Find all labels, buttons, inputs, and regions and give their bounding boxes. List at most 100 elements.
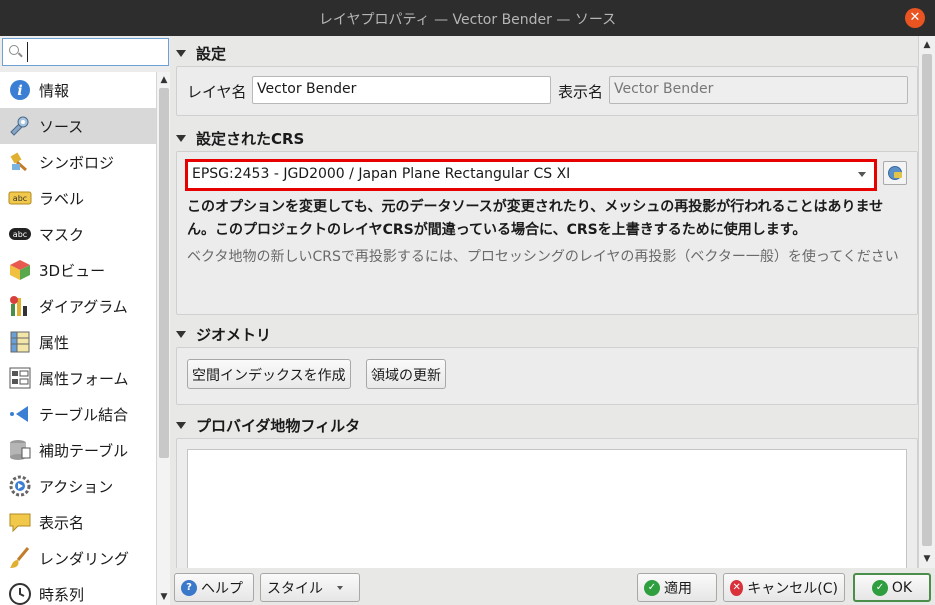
action-gear-icon — [8, 474, 32, 498]
settings-panel: レイヤ名 Vector Bender 表示名 Vector Bender — [176, 66, 918, 116]
attribute-form-icon — [8, 366, 32, 390]
collapse-arrow-icon — [176, 135, 186, 142]
sidebar-item-fields[interactable]: 属性 — [0, 324, 156, 360]
crs-selector[interactable]: EPSG:2453 - JGD2000 / Japan Plane Rectan… — [185, 159, 877, 191]
rendering-brush-icon — [8, 546, 32, 570]
style-dropdown-button[interactable]: スタイル — [260, 573, 360, 602]
sidebar-item-label: ソース — [39, 117, 84, 136]
crs-panel: EPSG:2453 - JGD2000 / Japan Plane Rectan… — [176, 151, 918, 315]
sidebar-item-attributes-form[interactable]: 属性フォーム — [0, 360, 156, 396]
select-crs-button[interactable] — [883, 161, 907, 185]
layer-name-field[interactable]: Vector Bender — [252, 76, 551, 104]
help-icon: ? — [181, 579, 197, 596]
sidebar-item-3d-view[interactable]: 3Dビュー — [0, 252, 156, 288]
sidebar-item-joins[interactable]: テーブル結合 — [0, 396, 156, 432]
help-button[interactable]: ? ヘルプ — [174, 573, 254, 602]
close-icon[interactable]: ✕ — [905, 8, 925, 28]
cube-3d-icon — [8, 258, 32, 282]
scrollbar-thumb[interactable] — [159, 88, 169, 458]
sidebar-item-symbology[interactable]: シンボロジ — [0, 144, 156, 180]
window-title: レイヤプロパティ — Vector Bender — ソース — [318, 12, 617, 28]
geometry-panel: 空間インデックスを作成 領域の更新 — [176, 347, 918, 405]
source-settings-icon — [8, 114, 32, 138]
section-title: 設定 — [196, 45, 227, 63]
chevron-down-icon — [337, 585, 343, 590]
filter-panel — [176, 438, 918, 568]
display-name-field: Vector Bender — [609, 76, 908, 104]
sidebar-item-masks[interactable]: abc マスク — [0, 216, 156, 252]
sidebar-item-actions[interactable]: アクション — [0, 468, 156, 504]
collapse-arrow-icon — [176, 50, 186, 57]
sidebar-item-source[interactable]: ソース — [0, 108, 156, 144]
abc-label-icon: abc — [8, 186, 32, 210]
scroll-down-icon[interactable]: ▼ — [159, 592, 169, 602]
sidebar-item-label: レンダリング — [39, 549, 130, 568]
crs-warning-text: このオプションを変更しても、元のデータソースが変更されたり、メッシュの再投影が行… — [187, 199, 884, 238]
crs-selected-value: EPSG:2453 - JGD2000 / Japan Plane Rectan… — [192, 166, 571, 182]
speech-bubble-icon — [8, 510, 32, 534]
cancel-icon: ✕ — [730, 579, 744, 596]
feature-filter-textarea[interactable] — [187, 449, 907, 568]
sidebar-item-label: 3Dビュー — [39, 261, 106, 280]
crs-section-header[interactable]: 設定されたCRS — [176, 128, 304, 149]
layer-name-label: レイヤ名 — [187, 83, 247, 101]
geometry-section-header[interactable]: ジオメトリ — [176, 324, 271, 345]
style-button-label: スタイル — [267, 580, 323, 597]
scroll-up-icon[interactable]: ▲ — [922, 40, 932, 50]
clock-icon — [8, 582, 32, 605]
sidebar-item-auxiliary-storage[interactable]: 補助テーブル — [0, 432, 156, 468]
apply-button-label: 適用 — [664, 580, 692, 597]
check-icon: ✓ — [644, 579, 660, 596]
main-panel: 設定 レイヤ名 Vector Bender 表示名 Vector Bender … — [170, 36, 935, 568]
title-bar: レイヤプロパティ — Vector Bender — ソース ✕ — [0, 0, 935, 36]
globe-icon — [888, 166, 902, 180]
ok-button[interactable]: ✓ OK — [853, 573, 931, 602]
chevron-down-icon — [858, 172, 866, 177]
attribute-table-icon — [8, 330, 32, 354]
search-box[interactable] — [2, 38, 169, 66]
search-icon — [9, 45, 19, 55]
section-title: ジオメトリ — [196, 326, 272, 344]
sidebar-item-label: 属性フォーム — [39, 369, 129, 388]
create-spatial-index-button[interactable]: 空間インデックスを作成 — [187, 359, 351, 389]
section-title: 設定されたCRS — [196, 130, 305, 148]
settings-section-header[interactable]: 設定 — [176, 43, 226, 64]
section-title: プロバイダ地物フィルタ — [196, 417, 361, 435]
check-icon: ✓ — [871, 579, 888, 596]
sidebar-item-info[interactable]: i 情報 — [0, 72, 156, 108]
crs-note-text: ベクタ地物の新しいCRSで再投影するには、プロセッシングのレイヤの再投影（ベクタ… — [187, 249, 899, 265]
search-input[interactable] — [27, 42, 162, 62]
cancel-button-label: キャンセル(C) — [747, 580, 838, 597]
main-scrollbar[interactable]: ▲ ▼ — [918, 36, 935, 568]
diagram-icon — [8, 294, 32, 318]
sidebar-item-label: 補助テーブル — [39, 441, 129, 460]
sidebar-item-rendering[interactable]: レンダリング — [0, 540, 156, 576]
sidebar: i 情報 ソース シンボロジ abc ラベル abc マスク 3Dビュー ダイア… — [0, 36, 170, 605]
dialog-button-bar: ? ヘルプ スタイル ✓ 適用 ✕ キャンセル(C) ✓ OK — [170, 568, 935, 605]
sidebar-item-label: 情報 — [39, 81, 70, 100]
update-extents-button[interactable]: 領域の更新 — [366, 359, 446, 389]
sidebar-item-label: テーブル結合 — [39, 405, 129, 424]
cancel-button[interactable]: ✕ キャンセル(C) — [723, 573, 845, 602]
sidebar-item-label: シンボロジ — [39, 153, 115, 172]
sidebar-item-diagrams[interactable]: ダイアグラム — [0, 288, 156, 324]
help-button-label: ヘルプ — [201, 580, 243, 597]
scroll-up-icon[interactable]: ▲ — [159, 75, 169, 85]
ok-button-label: OK — [891, 579, 913, 596]
scrollbar-thumb[interactable] — [922, 54, 932, 546]
sidebar-item-label: ダイアグラム — [39, 297, 128, 316]
sidebar-item-label: ラベル — [39, 189, 85, 208]
sidebar-item-label: マスク — [39, 225, 85, 244]
sidebar-nav: i 情報 ソース シンボロジ abc ラベル abc マスク 3Dビュー ダイア… — [0, 72, 156, 605]
sidebar-item-temporal[interactable]: 時系列 — [0, 576, 156, 605]
scroll-down-icon[interactable]: ▼ — [922, 554, 932, 564]
display-name-label: 表示名 — [558, 83, 604, 101]
sidebar-scrollbar[interactable]: ▲ ▼ — [156, 72, 170, 605]
svg-text:i: i — [17, 83, 22, 99]
apply-button[interactable]: ✓ 適用 — [637, 573, 717, 602]
filter-section-header[interactable]: プロバイダ地物フィルタ — [176, 415, 360, 436]
collapse-arrow-icon — [176, 331, 186, 338]
sidebar-item-labels[interactable]: abc ラベル — [0, 180, 156, 216]
svg-text:abc: abc — [13, 194, 27, 203]
sidebar-item-display[interactable]: 表示名 — [0, 504, 156, 540]
